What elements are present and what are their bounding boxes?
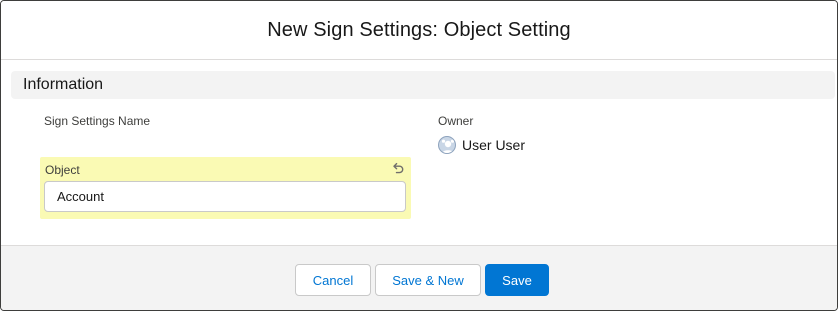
modal-title: New Sign Settings: Object Setting xyxy=(267,18,571,41)
owner-label: Owner xyxy=(438,114,474,128)
save-button[interactable]: Save xyxy=(485,264,549,296)
modal-dialog: New Sign Settings: Object Setting Inform… xyxy=(0,0,838,311)
section-header-information[interactable]: Information xyxy=(11,71,835,99)
owner-name: User User xyxy=(462,137,526,153)
save-and-new-button[interactable]: Save & New xyxy=(375,264,481,296)
undo-icon[interactable] xyxy=(391,161,405,175)
owner-value: User User xyxy=(438,135,525,155)
section-title: Information xyxy=(23,76,104,93)
modal-header: New Sign Settings: Object Setting xyxy=(1,1,837,60)
user-avatar-icon xyxy=(438,136,456,154)
cancel-button[interactable]: Cancel xyxy=(295,264,371,296)
sign-settings-name-label: Sign Settings Name xyxy=(44,114,151,128)
object-input[interactable] xyxy=(44,181,406,212)
modal-footer: Cancel Save & New Save xyxy=(1,245,837,310)
modal-body: Information Sign Settings Name Owner Use… xyxy=(1,60,837,245)
object-label: Object xyxy=(45,163,80,177)
object-field-highlight: Object xyxy=(40,157,411,219)
